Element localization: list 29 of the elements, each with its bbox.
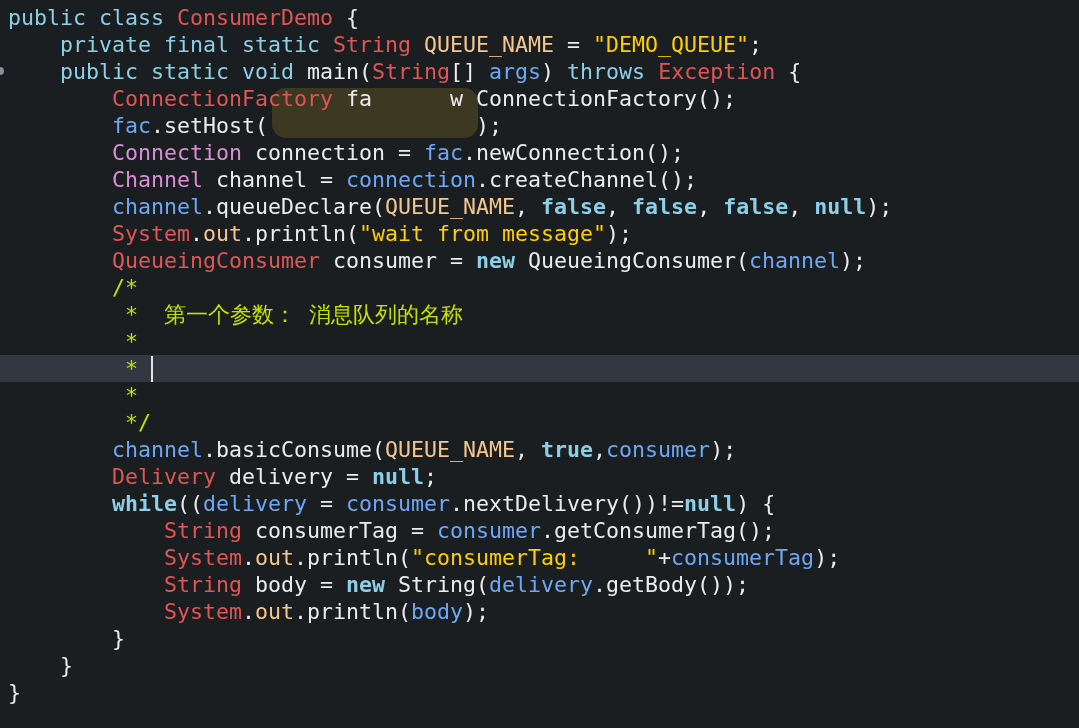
code-comment: * [125,328,139,355]
code-text: ConnectionFactory fa w ConnectionFactory(); [112,85,737,112]
code-text: String consumerTag = consumer.getConsumerTag(); [164,517,776,544]
code-text: public class ConsumerDemo { [8,4,360,31]
code-text: Delivery delivery = null; [112,463,438,490]
code-text: } [112,625,126,652]
code-text: QueueingConsumer consumer = new QueueingConsumer(channel); [112,247,867,274]
text-cursor [151,355,154,382]
code-comment: * [125,355,140,382]
code-text: System.out.println(body); [164,598,490,625]
code-text: } [60,652,74,679]
code-comment: * [125,382,139,409]
code-text: Channel channel = connection.createChannel(); [112,166,698,193]
code-text: fac.setHost( ); [112,112,503,139]
code-text: public static void main(String[] args) throws Exception { [60,58,802,85]
code-text: private final static String QUEUE_NAME = "DEMO_QUEUE"; [60,31,763,58]
code-text: Connection connection = fac.newConnection(); [112,139,685,166]
code-text: String body = new String(delivery.getBody()); [164,571,750,598]
fold-marker-icon[interactable] [0,67,4,75]
code-comment: /* [112,274,139,301]
code-comment: * 第一个参数： 消息队列的名称 [125,301,464,328]
code-text: channel.queueDeclare(QUEUE_NAME, false, false, false, null); [112,193,893,220]
code-text: } [8,679,21,706]
code-text: System.out.println("wait from message"); [112,220,633,247]
code-comment: */ [125,409,152,436]
code-text: while((delivery = consumer.nextDelivery())!=null) { [112,490,776,517]
code-text: channel.basicConsume(QUEUE_NAME, true,consumer); [112,436,737,463]
code-text: System.out.println("consumerTag: "+consumerTag); [164,544,841,571]
code-editor[interactable] [0,0,1079,728]
